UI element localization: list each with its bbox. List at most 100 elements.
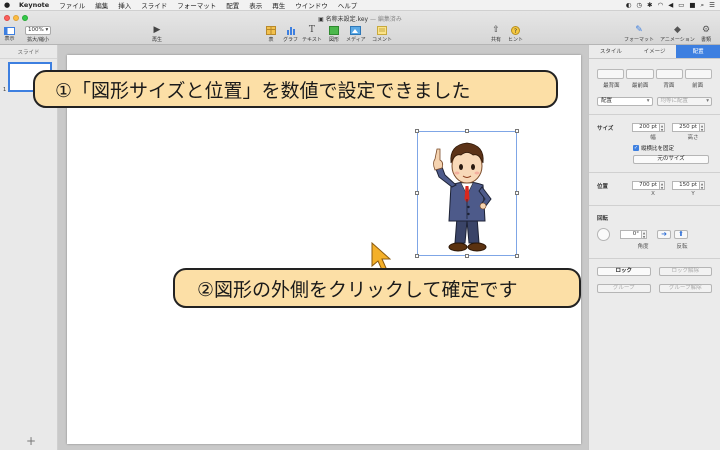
angle-field[interactable]: 0° [620,230,642,239]
x-field[interactable]: 700 pt [632,181,660,190]
battery-icon[interactable]: ▭ [678,1,684,9]
tab-style[interactable]: スタイル [589,45,633,58]
menu-format[interactable]: フォーマット [172,0,221,10]
text-button[interactable]: T テキスト [302,24,322,43]
resize-handle[interactable] [515,191,519,195]
constrain-checkbox[interactable]: ✓ [633,145,639,151]
align-row: 配置 ▾ 均等に配置 ▾ [589,89,720,106]
tab-image[interactable]: イメージ [633,45,677,58]
comment-button[interactable]: コメント [372,24,392,43]
resize-handle[interactable] [515,129,519,133]
height-stepper[interactable]: ▲ ▼ [700,123,705,132]
send-backward-button[interactable] [655,69,683,79]
status-icon[interactable]: ◐ [626,1,632,9]
align-dropdown[interactable]: 配置 ▾ [597,97,653,106]
menu-edit[interactable]: 編集 [90,0,113,10]
ungroup-button[interactable]: グループ解除 [658,284,712,293]
notification-icon[interactable]: ☰ [709,1,715,9]
angle-stepper[interactable]: ▲ ▼ [642,230,647,239]
flip-label: 反転 [676,244,688,250]
animation-icon: ◆ [673,25,681,35]
input-source-icon[interactable]: ■ [689,1,695,9]
arrange-buttons [589,59,720,79]
rotation-knob[interactable] [597,228,610,241]
paintbrush-icon: ✎ [635,25,643,35]
height-field[interactable]: 250 pt [672,123,700,132]
share-button[interactable]: ⇧ 共有 [491,24,501,43]
width-field-group: 200 pt ▲ ▼ [632,123,665,132]
zoom-value: 100% [28,27,44,33]
volume-icon[interactable]: ◀ [668,1,673,9]
wifi-icon[interactable]: ◠ [658,1,664,9]
table-button[interactable]: 表 [266,24,276,43]
search-icon[interactable]: ⌕ [701,1,705,10]
menu-app[interactable]: Keynote [14,1,54,9]
menu-view[interactable]: 表示 [244,0,267,10]
menu-file[interactable]: ファイル [54,0,90,10]
document-button[interactable]: ⚙ 書類 [701,24,711,43]
lock-button[interactable]: ロック [597,267,651,276]
tips-button[interactable]: ? ヒント [508,24,523,43]
flip-vertical-button[interactable]: ⬆ [674,230,688,239]
gear-icon: ⚙ [701,25,711,35]
y-field[interactable]: 150 pt [672,181,700,190]
flip-horizontal-button[interactable]: ➜ [657,230,671,239]
group-button[interactable]: グループ [597,284,651,293]
resize-handle[interactable] [415,191,419,195]
apple-menu-icon[interactable]: ● [0,1,14,9]
menu-arrange[interactable]: 配置 [221,0,244,10]
media-button[interactable]: メディア [346,24,366,43]
resize-handle[interactable] [415,129,419,133]
table-icon [266,24,276,36]
resize-handle[interactable] [515,254,519,258]
bring-to-front-button[interactable] [626,69,654,79]
menu-window[interactable]: ウインドウ [290,0,333,10]
resize-handle[interactable] [415,254,419,258]
bluetooth-icon[interactable]: ✱ [647,1,652,9]
x-stepper[interactable]: ▲ ▼ [660,181,665,190]
send-to-back-button[interactable] [597,69,625,79]
size-sublabels: 幅 高さ [589,133,720,141]
menu-insert[interactable]: 挿入 [113,0,136,10]
constrain-row[interactable]: ✓ 縦横比を固定 [589,144,720,152]
shape-label: 図形 [329,37,340,43]
format-button[interactable]: ✎ フォーマット [624,24,654,43]
callout-step-2: ②図形の外側をクリックして確定です [173,268,581,308]
constrain-label: 縦横比を固定 [641,146,675,152]
callout-step-1: ①「図形サイズと位置」を数値で設定できました [33,70,558,108]
animate-button[interactable]: ◆ アニメーション [660,24,695,43]
shape-button[interactable]: 図形 [329,24,339,43]
inspector-panel: スタイル イメージ 配置 最背面 最前面 背面 前面 配置 ▾ 均等に配置 ▾ サイ… [588,45,720,450]
menu-help[interactable]: ヘルプ [333,0,363,10]
clock-icon[interactable]: ◷ [636,1,642,9]
view-button[interactable]: 表示 [4,26,15,42]
width-stepper[interactable]: ▲ ▼ [660,123,665,132]
zoom-control[interactable]: 100% ▾ 拡大/縮小 [25,24,51,43]
tab-arrange[interactable]: 配置 [676,45,720,58]
play-button[interactable]: ▶ 再生 [152,24,162,43]
send-to-back-label: 最背面 [603,83,620,89]
divider [589,205,720,206]
comment-icon [377,24,387,36]
chart-label: グラフ [283,37,299,43]
original-size-button[interactable]: 元のサイズ [633,155,709,164]
x-field-group: 700 pt ▲ ▼ [632,181,665,190]
menu-play[interactable]: 再生 [267,0,290,10]
zoom-select[interactable]: 100% ▾ [25,26,51,35]
selected-image[interactable] [415,129,519,258]
unlock-button[interactable]: ロック解除 [658,267,712,276]
navigator-header: スライド [0,45,57,59]
rotate-sublabels: 角度 反転 [589,242,720,250]
width-field[interactable]: 200 pt [632,123,660,132]
chart-button[interactable]: グラフ [283,24,298,43]
y-stepper[interactable]: ▲ ▼ [700,181,705,190]
align-dropdown-value: 配置 [601,98,613,104]
media-icon [350,24,362,36]
group-row: グループ グループ解除 [589,276,720,293]
slide[interactable] [67,55,581,444]
add-slide-icon[interactable]: + [26,434,36,448]
y-label: Y [691,191,695,197]
bring-forward-button[interactable] [684,69,712,79]
distribute-dropdown[interactable]: 均等に配置 ▾ [656,97,712,106]
menu-slide[interactable]: スライド [136,0,172,10]
